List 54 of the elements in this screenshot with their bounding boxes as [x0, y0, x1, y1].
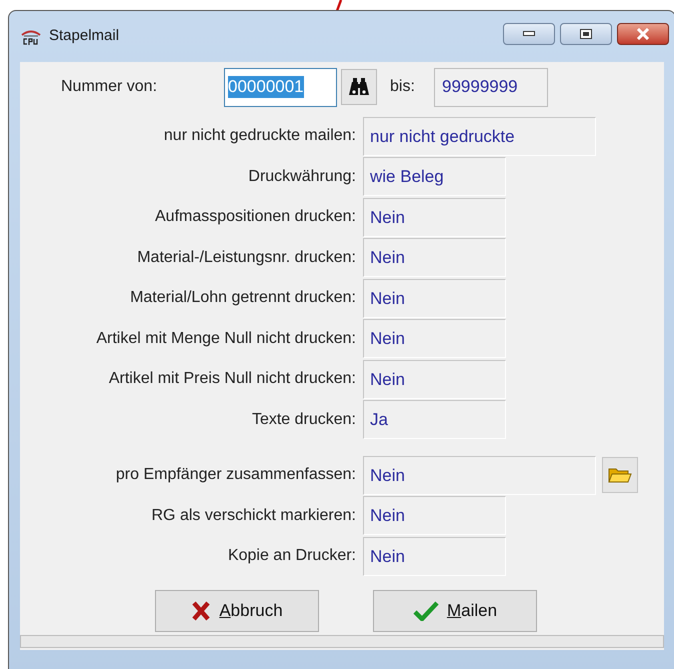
field-label: bis:: [390, 77, 416, 97]
maximize-icon: [580, 28, 592, 38]
field-label: Aufmasspositionen drucken:: [154, 207, 357, 228]
minimize-icon: [523, 31, 535, 36]
field-value: Nein: [370, 247, 405, 269]
field-value: Nein: [370, 368, 405, 390]
browse-button[interactable]: [602, 457, 638, 494]
field-value: 99999999: [442, 76, 518, 98]
field-label: RG als verschickt markieren:: [150, 506, 357, 526]
field-label: Material-/Leistungsnr. drucken:: [136, 248, 357, 268]
field-label: Artikel mit Menge Null nicht drucken:: [95, 328, 357, 349]
dialog-button[interactable]: Mailen: [373, 590, 537, 632]
checkmark-icon: [412, 600, 439, 620]
close-icon: [636, 28, 650, 40]
field-value: Nein: [370, 464, 405, 486]
value-field[interactable]: Nein: [363, 238, 506, 278]
dialog-button[interactable]: Abbruch: [155, 590, 319, 632]
field-label: Nummer von:: [61, 77, 158, 97]
value-field[interactable]: Nein: [363, 536, 506, 576]
field-label: pro Empfänger zusammenfassen:: [114, 465, 357, 486]
field-value: 00000001: [228, 76, 304, 98]
value-field[interactable]: wie Beleg: [363, 157, 506, 196]
field-label: Texte drucken:: [250, 410, 357, 430]
value-field[interactable]: Nein: [363, 319, 506, 358]
field-value: wie Beleg: [370, 166, 444, 188]
field-value: Ja: [370, 409, 388, 431]
folder-icon: [608, 466, 632, 484]
field-label: Material/Lohn getrennt drucken:: [129, 288, 357, 308]
field-value: Nein: [370, 546, 405, 568]
field-value: Nein: [370, 206, 405, 228]
field-value: Nein: [370, 505, 405, 527]
field-label: nur nicht gedruckte mailen:: [162, 126, 357, 146]
value-field[interactable]: Nein: [363, 278, 506, 318]
field-value: nur nicht gedruckte: [370, 126, 515, 148]
window-title: Stapelmail: [49, 26, 120, 46]
close-button[interactable]: [617, 22, 669, 44]
value-field[interactable]: nur nicht gedruckte: [363, 116, 596, 156]
field-value: Nein: [370, 328, 405, 350]
value-field[interactable]: Nein: [363, 456, 596, 495]
field-value: Nein: [370, 288, 405, 310]
maximize-button[interactable]: [560, 22, 612, 44]
field-label: Artikel mit Preis Null nicht drucken:: [108, 369, 357, 390]
value-field[interactable]: Nein: [363, 496, 506, 536]
value-field[interactable]: Ja: [363, 400, 506, 440]
search-button[interactable]: [341, 69, 377, 105]
value-field[interactable]: Nein: [363, 360, 506, 399]
minimize-button[interactable]: [503, 22, 555, 44]
binoculars-icon: [348, 78, 370, 96]
field-label: Druckwährung:: [247, 166, 357, 187]
value-field[interactable]: Nein: [363, 198, 506, 237]
cross-icon: [191, 600, 212, 620]
number-to-field[interactable]: 99999999: [434, 68, 548, 106]
app-logo-icon: [21, 28, 41, 46]
field-label: Kopie an Drucker:: [226, 546, 357, 566]
